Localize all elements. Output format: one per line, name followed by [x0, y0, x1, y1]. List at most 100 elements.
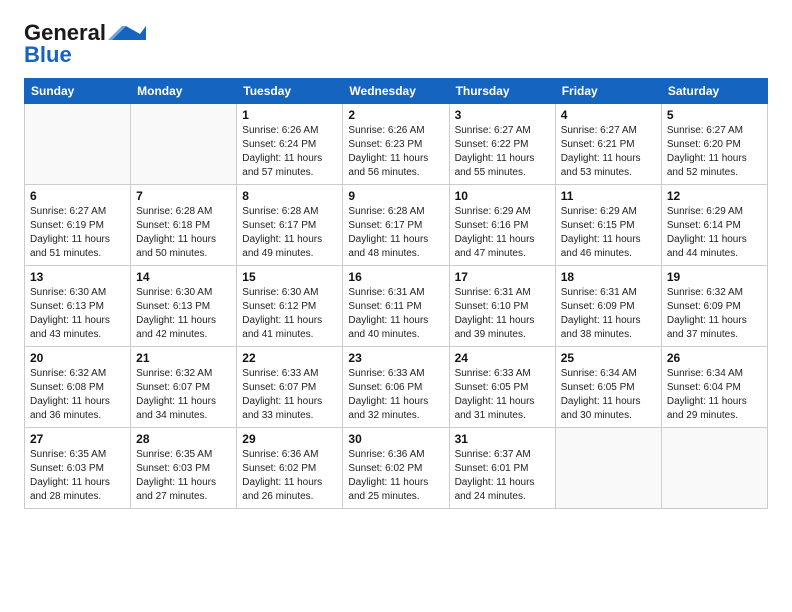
day-info: Sunrise: 6:31 AMSunset: 6:11 PMDaylight:… — [348, 286, 443, 342]
logo: General Blue — [24, 20, 146, 68]
day-info: Sunrise: 6:36 AMSunset: 6:02 PMDaylight:… — [242, 448, 337, 504]
day-info: Sunrise: 6:29 AMSunset: 6:16 PMDaylight:… — [455, 205, 550, 261]
day-info: Sunrise: 6:33 AMSunset: 6:07 PMDaylight:… — [242, 367, 337, 423]
day-info: Sunrise: 6:31 AMSunset: 6:10 PMDaylight:… — [455, 286, 550, 342]
day-number: 1 — [242, 108, 337, 122]
day-number: 16 — [348, 270, 443, 284]
day-info: Sunrise: 6:34 AMSunset: 6:04 PMDaylight:… — [667, 367, 762, 423]
day-cell: 2 Sunrise: 6:26 AMSunset: 6:23 PMDaylight… — [343, 104, 449, 185]
day-info: Sunrise: 6:30 AMSunset: 6:12 PMDaylight:… — [242, 286, 337, 342]
day-info: Sunrise: 6:32 AMSunset: 6:09 PMDaylight:… — [667, 286, 762, 342]
day-cell: 19 Sunrise: 6:32 AMSunset: 6:09 PMDayligh… — [661, 266, 767, 347]
day-info: Sunrise: 6:27 AMSunset: 6:19 PMDaylight:… — [30, 205, 125, 261]
weekday-tuesday: Tuesday — [237, 79, 343, 104]
week-row-4: 20 Sunrise: 6:32 AMSunset: 6:08 PMDayligh… — [25, 347, 768, 428]
week-row-5: 27 Sunrise: 6:35 AMSunset: 6:03 PMDayligh… — [25, 428, 768, 509]
day-cell: 29 Sunrise: 6:36 AMSunset: 6:02 PMDayligh… — [237, 428, 343, 509]
day-number: 19 — [667, 270, 762, 284]
day-cell: 10Sunrise: 6:29 AMSunset: 6:16 PMDayligh… — [449, 185, 555, 266]
day-cell: 7Sunrise: 6:28 AMSunset: 6:18 PMDaylight… — [131, 185, 237, 266]
day-info: Sunrise: 6:29 AMSunset: 6:15 PMDaylight:… — [561, 205, 656, 261]
day-number: 5 — [667, 108, 762, 122]
day-cell: 1 Sunrise: 6:26 AMSunset: 6:24 PMDaylight… — [237, 104, 343, 185]
weekday-saturday: Saturday — [661, 79, 767, 104]
weekday-sunday: Sunday — [25, 79, 131, 104]
day-info: Sunrise: 6:26 AMSunset: 6:23 PMDaylight:… — [348, 124, 443, 180]
day-info: Sunrise: 6:28 AMSunset: 6:17 PMDaylight:… — [348, 205, 443, 261]
day-number: 20 — [30, 351, 125, 365]
day-info: Sunrise: 6:27 AMSunset: 6:21 PMDaylight:… — [561, 124, 656, 180]
day-number: 18 — [561, 270, 656, 284]
logo-blue: Blue — [24, 42, 72, 68]
page: General Blue SundayMondayTuesdayWednesda… — [0, 0, 792, 612]
day-info: Sunrise: 6:30 AMSunset: 6:13 PMDaylight:… — [30, 286, 125, 342]
day-info: Sunrise: 6:35 AMSunset: 6:03 PMDaylight:… — [30, 448, 125, 504]
day-info: Sunrise: 6:28 AMSunset: 6:17 PMDaylight:… — [242, 205, 337, 261]
day-cell: 16 Sunrise: 6:31 AMSunset: 6:11 PMDayligh… — [343, 266, 449, 347]
day-number: 4 — [561, 108, 656, 122]
day-number: 17 — [455, 270, 550, 284]
day-cell: 22 Sunrise: 6:33 AMSunset: 6:07 PMDayligh… — [237, 347, 343, 428]
day-cell: 20 Sunrise: 6:32 AMSunset: 6:08 PMDayligh… — [25, 347, 131, 428]
day-cell: 14 Sunrise: 6:30 AMSunset: 6:13 PMDayligh… — [131, 266, 237, 347]
header: General Blue — [24, 20, 768, 68]
day-number: 21 — [136, 351, 231, 365]
day-info: Sunrise: 6:35 AMSunset: 6:03 PMDaylight:… — [136, 448, 231, 504]
day-cell: 4 Sunrise: 6:27 AMSunset: 6:21 PMDaylight… — [555, 104, 661, 185]
day-cell — [131, 104, 237, 185]
day-cell: 9 Sunrise: 6:28 AMSunset: 6:17 PMDaylight… — [343, 185, 449, 266]
day-number: 30 — [348, 432, 443, 446]
day-info: Sunrise: 6:29 AMSunset: 6:14 PMDaylight:… — [667, 205, 762, 261]
day-number: 12 — [667, 189, 762, 203]
calendar: SundayMondayTuesdayWednesdayThursdayFrid… — [24, 78, 768, 509]
day-number: 31 — [455, 432, 550, 446]
day-cell: 30 Sunrise: 6:36 AMSunset: 6:02 PMDayligh… — [343, 428, 449, 509]
day-info: Sunrise: 6:27 AMSunset: 6:22 PMDaylight:… — [455, 124, 550, 180]
day-number: 27 — [30, 432, 125, 446]
day-info: Sunrise: 6:36 AMSunset: 6:02 PMDaylight:… — [348, 448, 443, 504]
day-number: 23 — [348, 351, 443, 365]
day-number: 3 — [455, 108, 550, 122]
day-cell: 8 Sunrise: 6:28 AMSunset: 6:17 PMDaylight… — [237, 185, 343, 266]
day-info: Sunrise: 6:37 AMSunset: 6:01 PMDaylight:… — [455, 448, 550, 504]
week-row-3: 13 Sunrise: 6:30 AMSunset: 6:13 PMDayligh… — [25, 266, 768, 347]
week-row-1: 1 Sunrise: 6:26 AMSunset: 6:24 PMDaylight… — [25, 104, 768, 185]
day-cell: 6 Sunrise: 6:27 AMSunset: 6:19 PMDaylight… — [25, 185, 131, 266]
day-number: 13 — [30, 270, 125, 284]
weekday-monday: Monday — [131, 79, 237, 104]
day-number: 14 — [136, 270, 231, 284]
day-cell: 3 Sunrise: 6:27 AMSunset: 6:22 PMDaylight… — [449, 104, 555, 185]
weekday-thursday: Thursday — [449, 79, 555, 104]
day-number: 28 — [136, 432, 231, 446]
day-number: 6 — [30, 189, 125, 203]
day-cell: 18 Sunrise: 6:31 AMSunset: 6:09 PMDayligh… — [555, 266, 661, 347]
day-cell: 12 Sunrise: 6:29 AMSunset: 6:14 PMDayligh… — [661, 185, 767, 266]
day-info: Sunrise: 6:27 AMSunset: 6:20 PMDaylight:… — [667, 124, 762, 180]
day-info: Sunrise: 6:31 AMSunset: 6:09 PMDaylight:… — [561, 286, 656, 342]
day-info: Sunrise: 6:32 AMSunset: 6:08 PMDaylight:… — [30, 367, 125, 423]
day-number: 7 — [136, 189, 231, 203]
day-cell — [661, 428, 767, 509]
day-cell: 26Sunrise: 6:34 AMSunset: 6:04 PMDayligh… — [661, 347, 767, 428]
day-cell: 15Sunrise: 6:30 AMSunset: 6:12 PMDayligh… — [237, 266, 343, 347]
day-number: 8 — [242, 189, 337, 203]
day-info: Sunrise: 6:30 AMSunset: 6:13 PMDaylight:… — [136, 286, 231, 342]
day-number: 24 — [455, 351, 550, 365]
weekday-header-row: SundayMondayTuesdayWednesdayThursdayFrid… — [25, 79, 768, 104]
day-info: Sunrise: 6:26 AMSunset: 6:24 PMDaylight:… — [242, 124, 337, 180]
day-number: 2 — [348, 108, 443, 122]
weekday-friday: Friday — [555, 79, 661, 104]
weekday-wednesday: Wednesday — [343, 79, 449, 104]
logo-icon — [108, 22, 146, 44]
day-cell: 25Sunrise: 6:34 AMSunset: 6:05 PMDayligh… — [555, 347, 661, 428]
day-number: 29 — [242, 432, 337, 446]
day-cell: 11Sunrise: 6:29 AMSunset: 6:15 PMDayligh… — [555, 185, 661, 266]
week-row-2: 6 Sunrise: 6:27 AMSunset: 6:19 PMDaylight… — [25, 185, 768, 266]
day-cell: 24Sunrise: 6:33 AMSunset: 6:05 PMDayligh… — [449, 347, 555, 428]
day-cell: 17 Sunrise: 6:31 AMSunset: 6:10 PMDayligh… — [449, 266, 555, 347]
day-cell: 27 Sunrise: 6:35 AMSunset: 6:03 PMDayligh… — [25, 428, 131, 509]
day-number: 25 — [561, 351, 656, 365]
day-number: 22 — [242, 351, 337, 365]
day-number: 9 — [348, 189, 443, 203]
day-cell: 28 Sunrise: 6:35 AMSunset: 6:03 PMDayligh… — [131, 428, 237, 509]
